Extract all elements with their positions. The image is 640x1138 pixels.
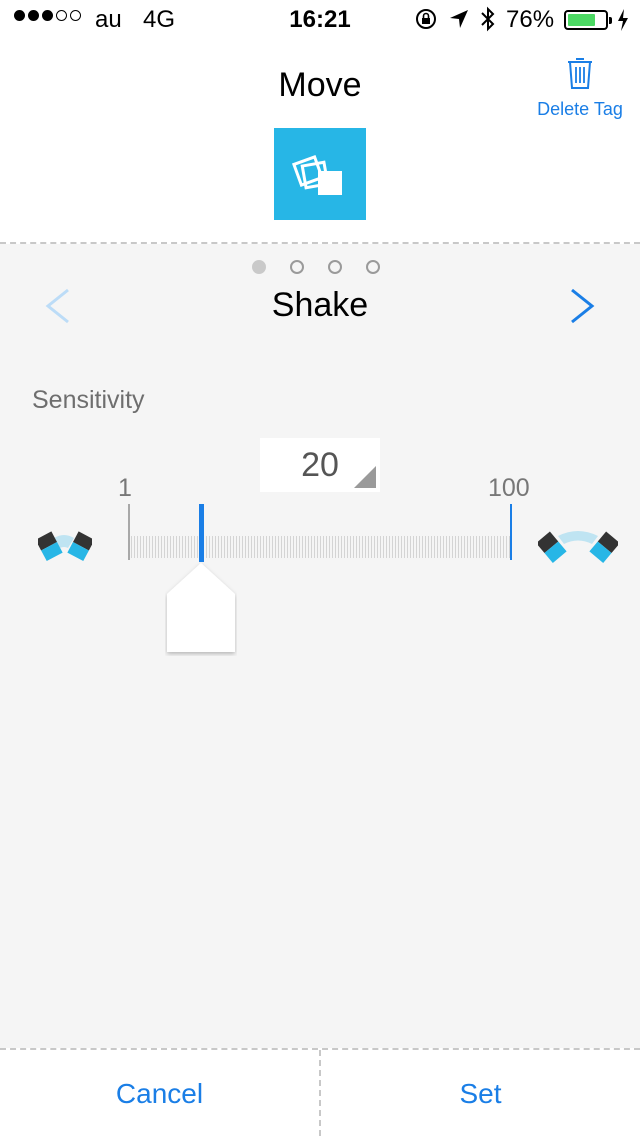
- corner-triangle-icon: [354, 466, 376, 488]
- move-tag-icon: [274, 128, 366, 220]
- charging-icon: [618, 9, 628, 31]
- slider-min-label: 1: [118, 474, 132, 502]
- low-sensitivity-icon: [38, 531, 92, 562]
- page-dot: [366, 260, 380, 274]
- page-dot: [252, 260, 266, 274]
- bluetooth-icon: [481, 6, 495, 32]
- trash-icon: [568, 58, 592, 89]
- settings-panel: Shake Sensitivity 20 1 100: [0, 244, 640, 1048]
- page-dot: [328, 260, 342, 274]
- set-button[interactable]: Set: [321, 1050, 640, 1136]
- sensitivity-label: Sensitivity: [32, 386, 145, 414]
- high-sensitivity-icon: [538, 531, 618, 563]
- mode-name: Shake: [271, 286, 369, 324]
- slider-max-label: 100: [488, 474, 530, 502]
- page-dot: [290, 260, 304, 274]
- chevron-right-icon[interactable]: [566, 286, 600, 326]
- slider-max-line: [510, 504, 512, 560]
- sensitivity-slider-track[interactable]: [128, 536, 512, 558]
- battery-percent: 76%: [506, 6, 555, 33]
- battery-icon: [564, 10, 612, 30]
- rotation-lock-icon: [416, 9, 436, 29]
- slider-handle[interactable]: [165, 560, 237, 656]
- delete-tag-button[interactable]: Delete Tag: [530, 56, 630, 120]
- slider-min-line: [128, 504, 130, 560]
- footer-button-divider: [319, 1050, 321, 1136]
- page-indicator: [252, 260, 380, 274]
- location-icon: [450, 10, 468, 28]
- sensitivity-value-box[interactable]: 20: [260, 438, 380, 492]
- status-bar: au 4G 16:21 76%: [0, 0, 640, 40]
- slider-position-marker: [199, 504, 205, 562]
- delete-tag-label: Delete Tag: [537, 99, 623, 119]
- cancel-button[interactable]: Cancel: [0, 1050, 319, 1136]
- tag-header: Move Delete Tag: [0, 40, 640, 242]
